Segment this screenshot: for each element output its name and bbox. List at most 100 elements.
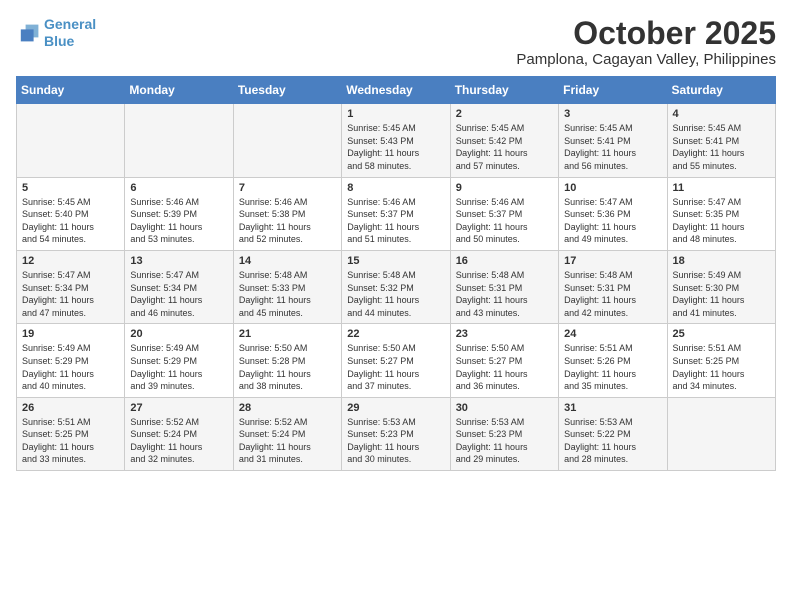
day-info: Sunrise: 5:50 AM Sunset: 5:28 PM Dayligh… xyxy=(239,342,336,392)
day-number: 7 xyxy=(239,182,336,194)
day-cell: 20 Sunrise: 5:49 AM Sunset: 5:29 PM Dayli… xyxy=(125,324,233,397)
day-number: 24 xyxy=(564,328,661,340)
day-info: Sunrise: 5:48 AM Sunset: 5:32 PM Dayligh… xyxy=(347,269,444,319)
day-cell: 23 Sunrise: 5:50 AM Sunset: 5:27 PM Dayli… xyxy=(450,324,558,397)
day-number: 30 xyxy=(456,402,553,414)
day-cell: 12Sunrise: 5:47 AM Sunset: 5:34 PM Dayli… xyxy=(17,250,125,323)
week-row-1: 1 Sunrise: 5:45 AM Sunset: 5:43 PM Daylig… xyxy=(17,104,776,177)
day-info: Sunrise: 5:48 AM Sunset: 5:31 PM Dayligh… xyxy=(456,269,553,319)
weekday-header-monday: Monday xyxy=(125,77,233,104)
day-number: 17 xyxy=(564,255,661,267)
day-cell: 26 Sunrise: 5:51 AM Sunset: 5:25 PM Dayli… xyxy=(17,397,125,470)
weekday-header-wednesday: Wednesday xyxy=(342,77,450,104)
week-row-2: 5 Sunrise: 5:45 AM Sunset: 5:40 PM Daylig… xyxy=(17,177,776,250)
weekday-header-saturday: Saturday xyxy=(667,77,775,104)
day-cell: 31 Sunrise: 5:53 AM Sunset: 5:22 PM Dayli… xyxy=(559,397,667,470)
day-number: 22 xyxy=(347,328,444,340)
day-cell: 14 Sunrise: 5:48 AM Sunset: 5:33 PM Dayli… xyxy=(233,250,341,323)
day-number: 14 xyxy=(239,255,336,267)
day-info: Sunrise: 5:49 AM Sunset: 5:30 PM Dayligh… xyxy=(673,269,770,319)
day-info: Sunrise: 5:49 AM Sunset: 5:29 PM Dayligh… xyxy=(130,342,227,392)
day-cell: 30 Sunrise: 5:53 AM Sunset: 5:23 PM Dayli… xyxy=(450,397,558,470)
day-info: Sunrise: 5:49 AM Sunset: 5:29 PM Dayligh… xyxy=(22,342,119,392)
day-number: 31 xyxy=(564,402,661,414)
day-info: Sunrise: 5:53 AM Sunset: 5:23 PM Dayligh… xyxy=(347,416,444,466)
day-info: Sunrise: 5:48 AM Sunset: 5:31 PM Dayligh… xyxy=(564,269,661,319)
logo-icon xyxy=(16,23,40,43)
day-number: 11 xyxy=(673,182,770,194)
weekday-header-row: SundayMondayTuesdayWednesdayThursdayFrid… xyxy=(17,77,776,104)
day-number: 16 xyxy=(456,255,553,267)
month-title: October 2025 xyxy=(516,16,776,51)
day-cell: 25 Sunrise: 5:51 AM Sunset: 5:25 PM Dayli… xyxy=(667,324,775,397)
logo-text: General Blue xyxy=(44,16,96,50)
day-number: 3 xyxy=(564,108,661,120)
day-number: 25 xyxy=(673,328,770,340)
day-number: 13 xyxy=(130,255,227,267)
weekday-header-tuesday: Tuesday xyxy=(233,77,341,104)
day-cell: 16 Sunrise: 5:48 AM Sunset: 5:31 PM Dayli… xyxy=(450,250,558,323)
day-cell xyxy=(125,104,233,177)
day-cell: 13 Sunrise: 5:47 AM Sunset: 5:34 PM Dayli… xyxy=(125,250,233,323)
day-info: Sunrise: 5:52 AM Sunset: 5:24 PM Dayligh… xyxy=(239,416,336,466)
location-title: Pamplona, Cagayan Valley, Philippines xyxy=(516,51,776,68)
day-cell: 17 Sunrise: 5:48 AM Sunset: 5:31 PM Dayli… xyxy=(559,250,667,323)
weekday-header-friday: Friday xyxy=(559,77,667,104)
day-info: Sunrise: 5:53 AM Sunset: 5:23 PM Dayligh… xyxy=(456,416,553,466)
week-row-5: 26 Sunrise: 5:51 AM Sunset: 5:25 PM Dayli… xyxy=(17,397,776,470)
day-cell: 28Sunrise: 5:52 AM Sunset: 5:24 PM Dayli… xyxy=(233,397,341,470)
day-number: 8 xyxy=(347,182,444,194)
day-info: Sunrise: 5:45 AM Sunset: 5:41 PM Dayligh… xyxy=(564,122,661,172)
day-info: Sunrise: 5:45 AM Sunset: 5:43 PM Dayligh… xyxy=(347,122,444,172)
day-cell: 10 Sunrise: 5:47 AM Sunset: 5:36 PM Dayli… xyxy=(559,177,667,250)
day-number: 10 xyxy=(564,182,661,194)
weekday-header-sunday: Sunday xyxy=(17,77,125,104)
day-number: 4 xyxy=(673,108,770,120)
day-number: 5 xyxy=(22,182,119,194)
day-cell: 22Sunrise: 5:50 AM Sunset: 5:27 PM Dayli… xyxy=(342,324,450,397)
day-number: 2 xyxy=(456,108,553,120)
week-row-3: 12 Sunrise: 5:47 AM Sunset: 5:34 PM Dayli… xyxy=(17,250,776,323)
day-info: Sunrise: 5:51 AM Sunset: 5:26 PM Dayligh… xyxy=(564,342,661,392)
header: General Blue October 2025 Pamplona, Caga… xyxy=(16,16,776,68)
logo: General Blue xyxy=(16,16,96,50)
title-block: October 2025 Pamplona, Cagayan Valley, P… xyxy=(516,16,776,68)
day-cell xyxy=(17,104,125,177)
week-row-4: 19 Sunrise: 5:49 AM Sunset: 5:29 PM Dayli… xyxy=(17,324,776,397)
day-cell: 18Sunrise: 5:49 AM Sunset: 5:30 PM Dayli… xyxy=(667,250,775,323)
day-cell: 7 Sunrise: 5:46 AM Sunset: 5:38 PM Daylig… xyxy=(233,177,341,250)
day-info: Sunrise: 5:45 AM Sunset: 5:41 PM Dayligh… xyxy=(673,122,770,172)
day-number: 20 xyxy=(130,328,227,340)
day-number: 27 xyxy=(130,402,227,414)
day-cell: 6Sunrise: 5:46 AM Sunset: 5:39 PM Daylig… xyxy=(125,177,233,250)
day-cell: 8 Sunrise: 5:46 AM Sunset: 5:37 PM Daylig… xyxy=(342,177,450,250)
day-info: Sunrise: 5:46 AM Sunset: 5:38 PM Dayligh… xyxy=(239,196,336,246)
day-info: Sunrise: 5:52 AM Sunset: 5:24 PM Dayligh… xyxy=(130,416,227,466)
day-cell xyxy=(667,397,775,470)
day-number: 23 xyxy=(456,328,553,340)
day-cell: 24 Sunrise: 5:51 AM Sunset: 5:26 PM Dayli… xyxy=(559,324,667,397)
day-number: 9 xyxy=(456,182,553,194)
day-info: Sunrise: 5:45 AM Sunset: 5:40 PM Dayligh… xyxy=(22,196,119,246)
day-number: 1 xyxy=(347,108,444,120)
day-info: Sunrise: 5:48 AM Sunset: 5:33 PM Dayligh… xyxy=(239,269,336,319)
day-info: Sunrise: 5:50 AM Sunset: 5:27 PM Dayligh… xyxy=(456,342,553,392)
day-info: Sunrise: 5:53 AM Sunset: 5:22 PM Dayligh… xyxy=(564,416,661,466)
day-info: Sunrise: 5:47 AM Sunset: 5:36 PM Dayligh… xyxy=(564,196,661,246)
day-info: Sunrise: 5:46 AM Sunset: 5:39 PM Dayligh… xyxy=(130,196,227,246)
day-info: Sunrise: 5:51 AM Sunset: 5:25 PM Dayligh… xyxy=(22,416,119,466)
day-info: Sunrise: 5:47 AM Sunset: 5:35 PM Dayligh… xyxy=(673,196,770,246)
day-info: Sunrise: 5:46 AM Sunset: 5:37 PM Dayligh… xyxy=(347,196,444,246)
day-number: 19 xyxy=(22,328,119,340)
day-number: 26 xyxy=(22,402,119,414)
day-cell: 5 Sunrise: 5:45 AM Sunset: 5:40 PM Daylig… xyxy=(17,177,125,250)
day-cell: 2 Sunrise: 5:45 AM Sunset: 5:42 PM Daylig… xyxy=(450,104,558,177)
day-info: Sunrise: 5:47 AM Sunset: 5:34 PM Dayligh… xyxy=(130,269,227,319)
day-info: Sunrise: 5:45 AM Sunset: 5:42 PM Dayligh… xyxy=(456,122,553,172)
day-cell xyxy=(233,104,341,177)
day-cell: 1 Sunrise: 5:45 AM Sunset: 5:43 PM Daylig… xyxy=(342,104,450,177)
day-info: Sunrise: 5:46 AM Sunset: 5:37 PM Dayligh… xyxy=(456,196,553,246)
day-info: Sunrise: 5:51 AM Sunset: 5:25 PM Dayligh… xyxy=(673,342,770,392)
day-number: 12 xyxy=(22,255,119,267)
day-number: 29 xyxy=(347,402,444,414)
